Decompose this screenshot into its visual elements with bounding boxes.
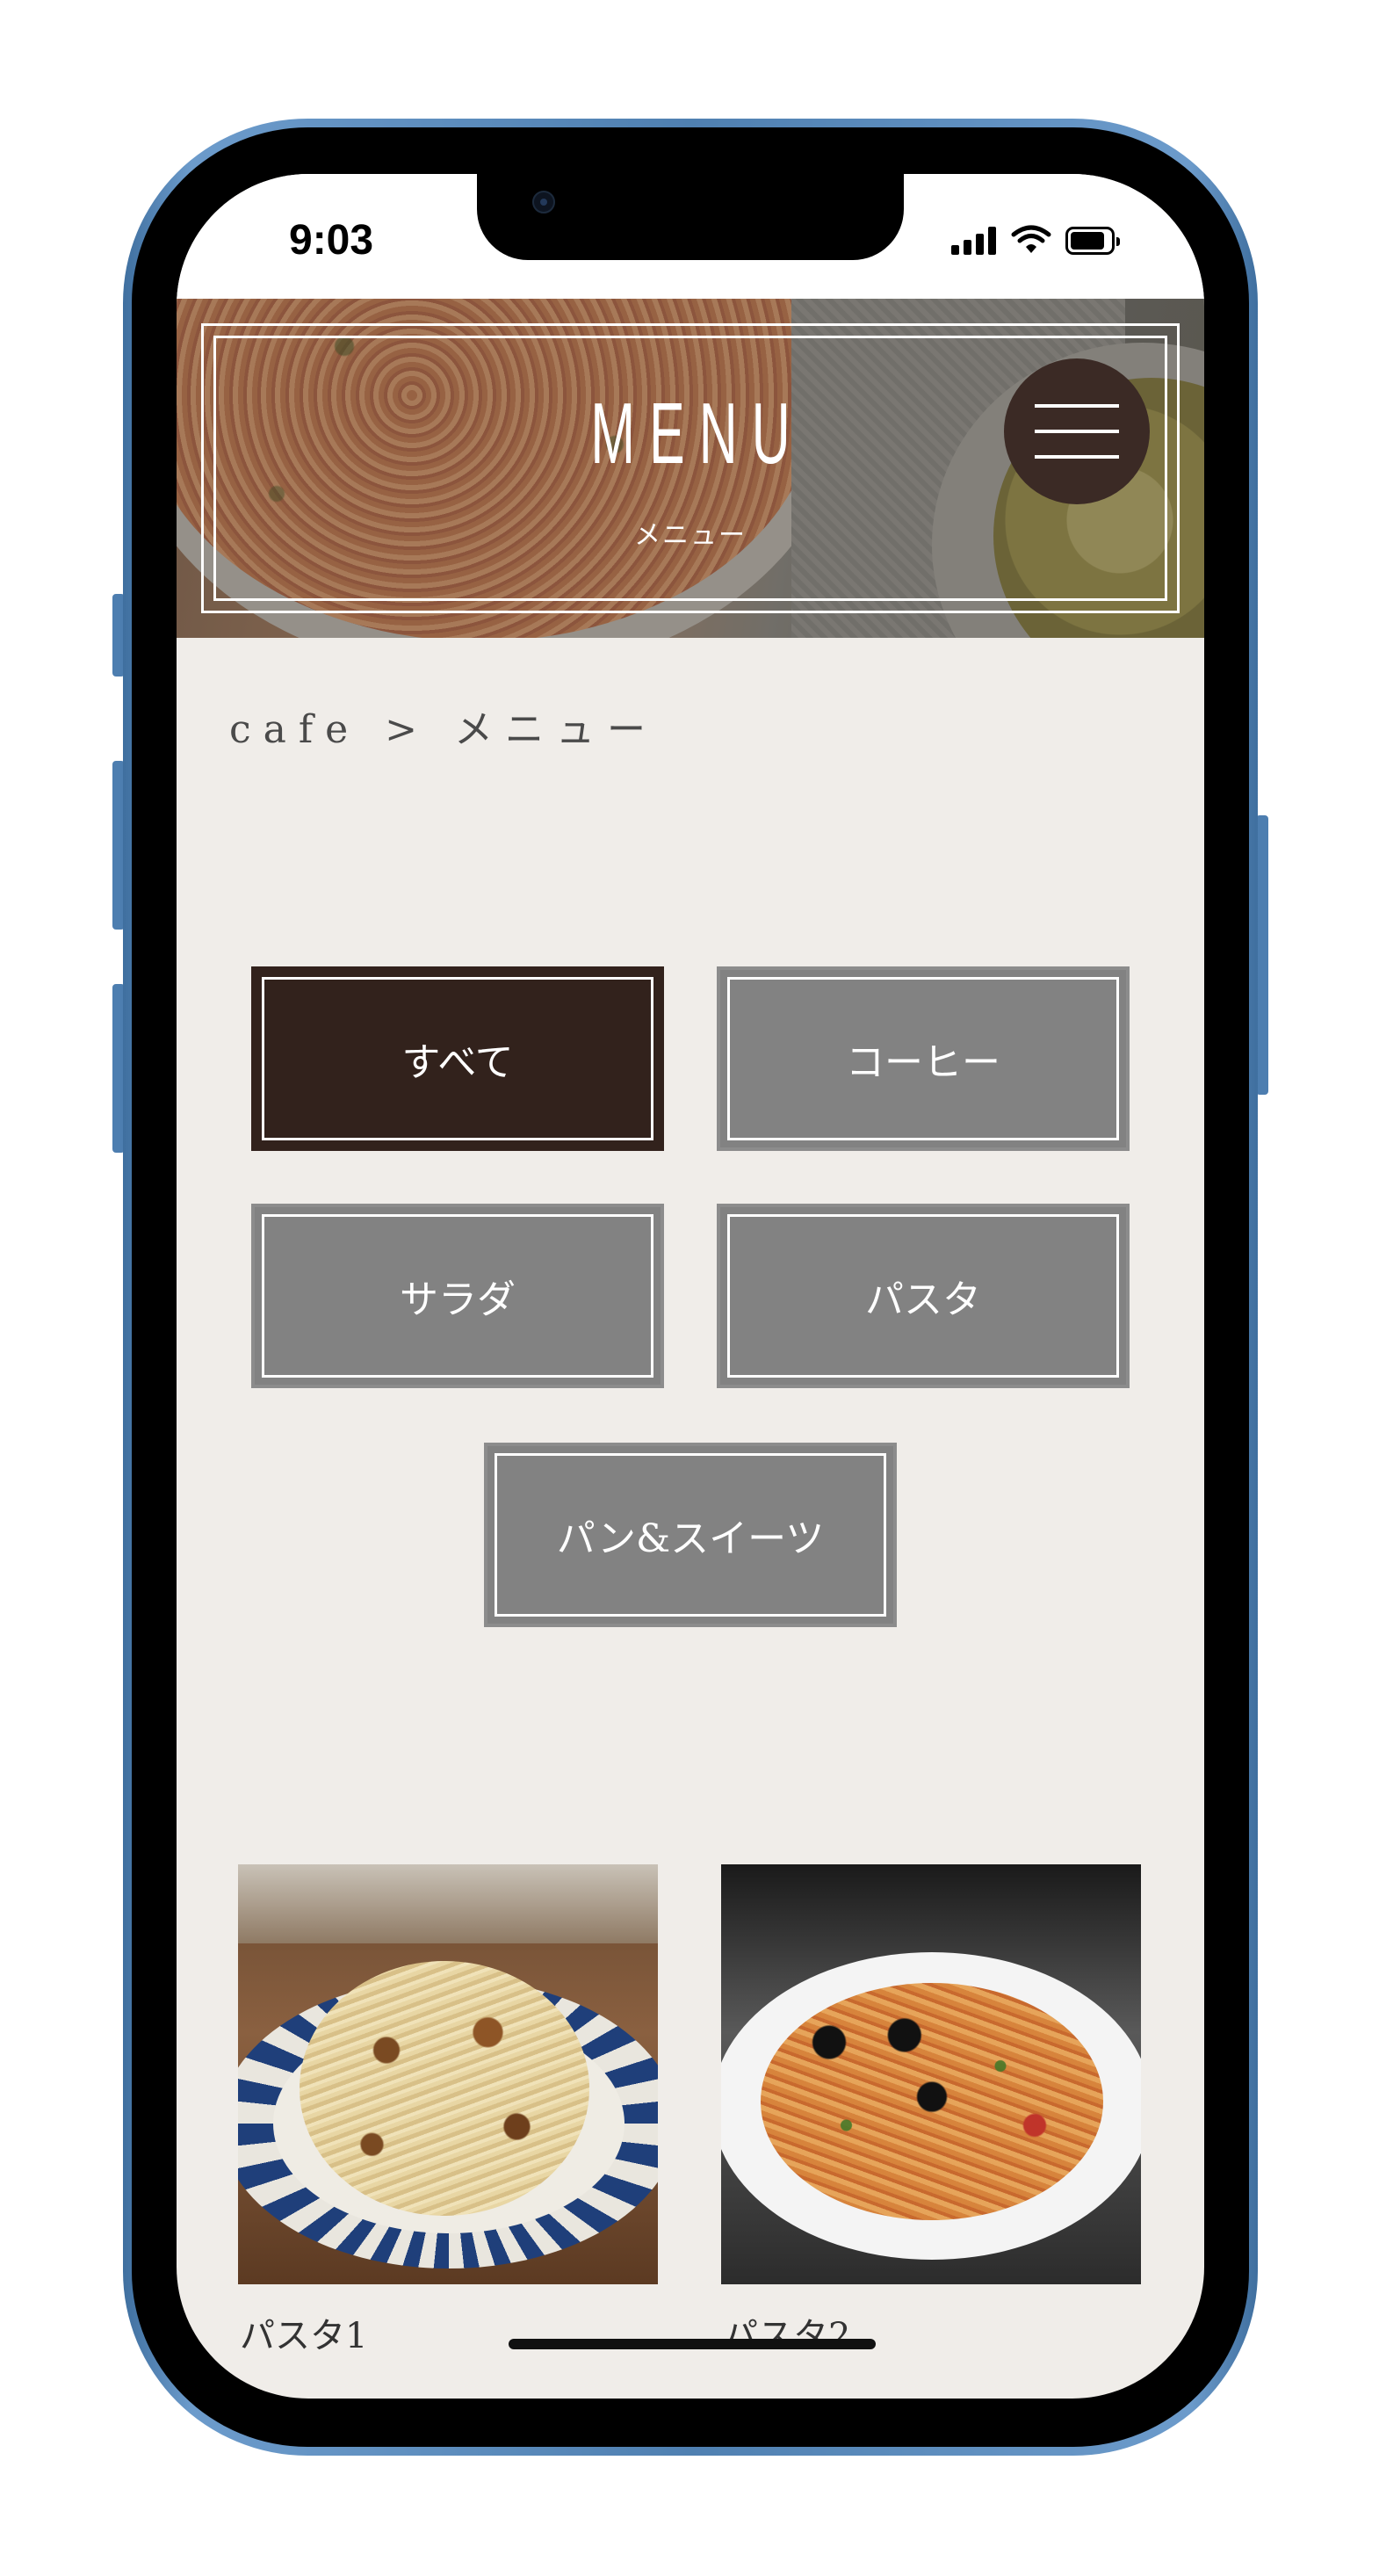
breadcrumb[interactable]: cafe > メニュー — [229, 698, 658, 754]
category-pasta-button[interactable]: パスタ — [717, 1204, 1130, 1388]
category-all-button[interactable]: すべて — [251, 966, 664, 1151]
battery-icon — [1065, 227, 1120, 255]
hamburger-menu-button[interactable] — [1004, 358, 1150, 504]
menu-item-name-1[interactable]: パスタ1 — [240, 2307, 367, 2358]
category-bread-sweets-button[interactable]: パン&スイーツ — [484, 1443, 897, 1627]
menu-item-image-1[interactable] — [238, 1864, 658, 2284]
power-button — [1256, 815, 1268, 1095]
page-subtitle: メニュー — [634, 520, 747, 551]
hamburger-menu-icon — [1035, 404, 1119, 408]
category-coffee-button[interactable]: コーヒー — [717, 966, 1130, 1151]
front-camera — [532, 191, 555, 213]
category-label: パン&スイーツ — [556, 1516, 825, 1561]
phone-screen: 9:03 MENU メニュー cafe > メニュー すべて コーヒー サラダ … — [177, 174, 1204, 2399]
cellular-signal-icon — [951, 227, 1004, 255]
page-header: MENU メニュー — [177, 299, 1204, 638]
home-indicator[interactable] — [509, 2339, 876, 2349]
status-bar: 9:03 — [177, 174, 1204, 299]
category-label: コーヒー — [846, 1040, 1000, 1085]
notch — [477, 174, 904, 260]
status-icons — [916, 225, 1136, 271]
category-label: すべて — [401, 1040, 514, 1085]
menu-item-name-2[interactable]: パスタ2 — [723, 2307, 850, 2358]
category-label: パスタ — [865, 1277, 981, 1322]
status-time: 9:03 — [289, 217, 374, 264]
category-label: サラダ — [400, 1277, 516, 1322]
wifi-icon — [1011, 225, 1051, 253]
page-title: MENU — [590, 385, 805, 481]
menu-item-image-2[interactable] — [721, 1864, 1141, 2284]
category-salad-button[interactable]: サラダ — [251, 1204, 664, 1388]
